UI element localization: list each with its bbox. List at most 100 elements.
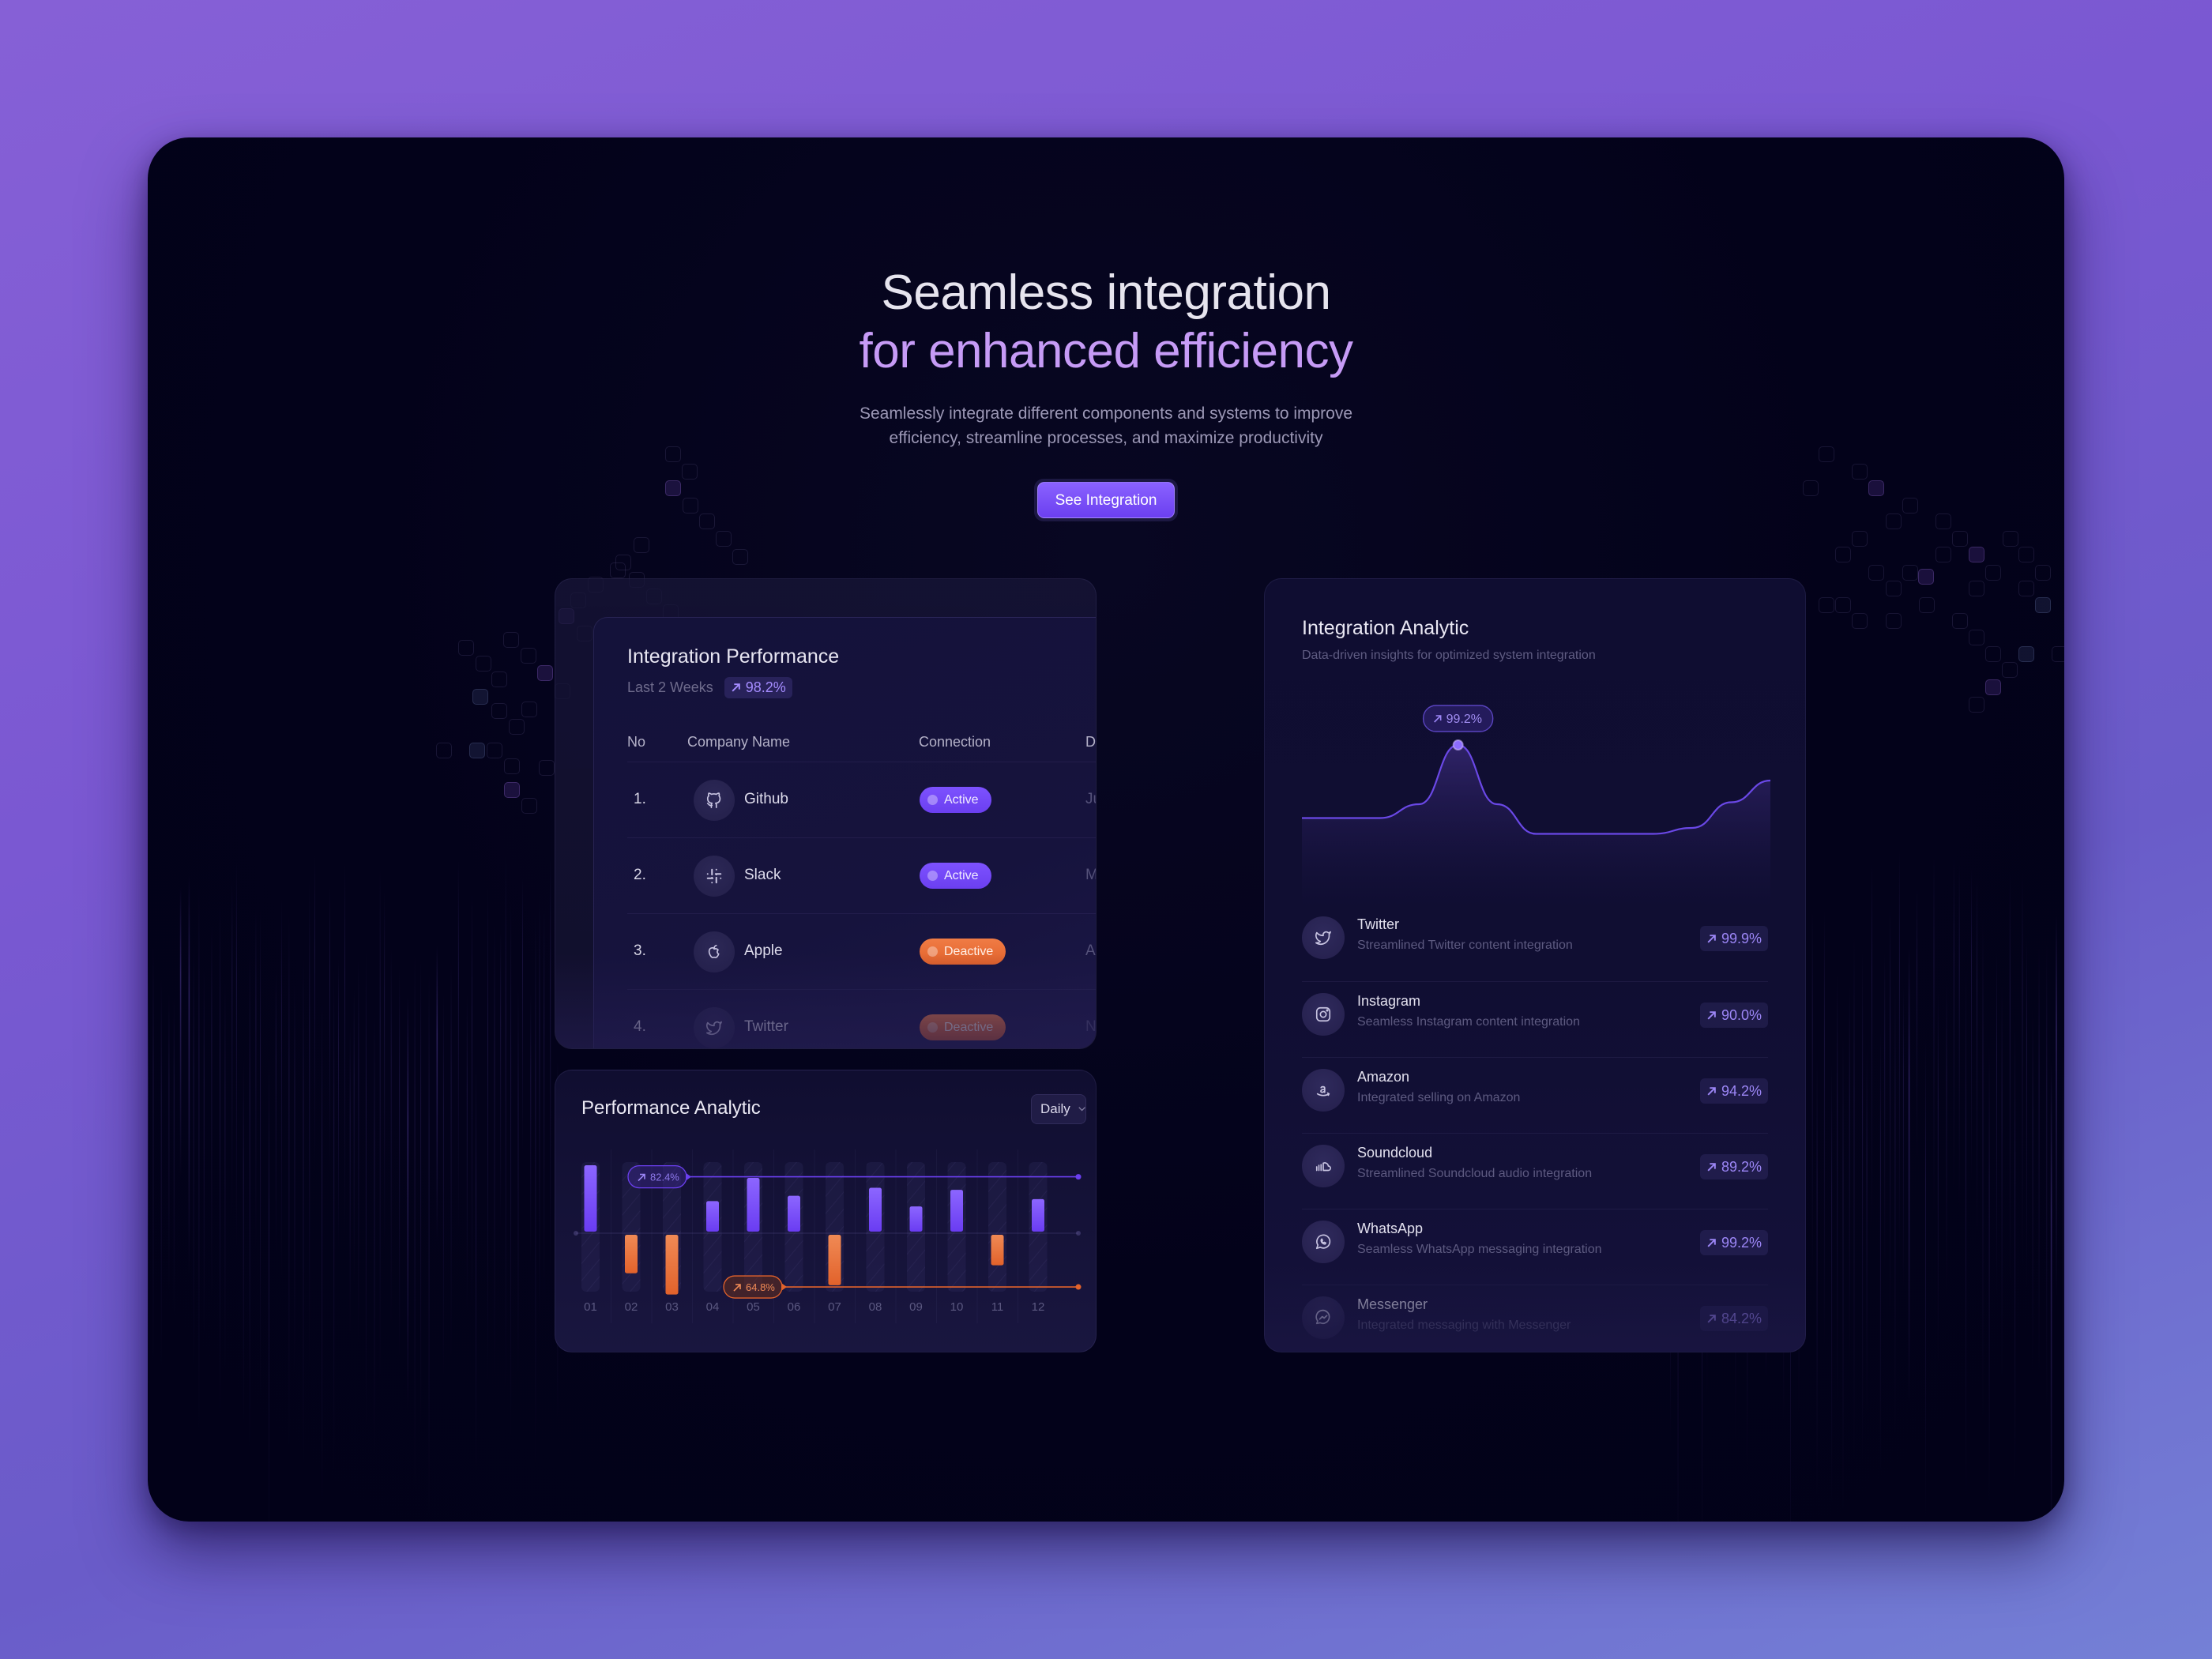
decorative-square [716,531,732,547]
integration-name: Messenger [1357,1296,1428,1312]
decorative-square [504,758,520,774]
integration-list-item[interactable]: Amazon Integrated selling on Amazon 94.2% [1302,1057,1768,1133]
background-streak [358,954,359,1345]
cta-wrapper: See Integration [1033,479,1179,521]
background-streak [374,1007,375,1461]
peak-point [1452,739,1464,750]
integration-percentage-badge: 89.2% [1699,1154,1768,1179]
reference-label: 64.8% [746,1281,775,1293]
decorative-square [1952,613,1968,629]
integration-name: Soundcloud [1357,1145,1433,1161]
company-name: Twitter [744,1018,788,1035]
integration-list-item[interactable]: Twitter Streamlined Twitter content integ… [1302,905,1768,981]
integration-name: Instagram [1357,993,1421,1009]
background-streak [414,950,416,1493]
table-row[interactable]: 4. Twitter Deactive No [627,989,1096,1048]
background-streak [168,994,170,1292]
background-streak [1849,984,1850,1366]
bar-positive [706,1201,719,1232]
bar-negative [625,1235,638,1273]
column-header-date[interactable]: Da [1085,734,1096,750]
decorative-square [1902,565,1918,581]
whatsapp-icon [1302,1221,1345,1263]
decorative-square [1852,531,1868,547]
background-streak [1879,1029,1881,1475]
decorative-square [2003,531,2018,547]
background-streak [466,994,468,1313]
decorative-square [1969,581,1984,596]
x-tick-label: 03 [665,1300,679,1314]
row-number: 1. [634,791,646,807]
integration-list-item[interactable]: WhatsApp Seamless WhatsApp messaging inte… [1302,1209,1768,1285]
status-label: Active [944,792,979,807]
background-streak [487,886,488,1383]
twitter-icon [1302,916,1345,959]
status-label: Active [944,868,979,882]
integration-percentage: 84.2% [1721,1310,1762,1326]
arrow-up-right-icon [1707,1162,1716,1172]
decorative-square [521,702,537,717]
hero-title-line2: for enhanced efficiency [859,324,1354,378]
period-dropdown[interactable]: Daily [1031,1094,1086,1124]
decorative-square [1985,679,2001,695]
peak-label: 99.2% [1446,713,1482,726]
background-streak [365,948,367,1429]
table-row[interactable]: 3. Apple Deactive Ap [627,913,1096,989]
decorative-square [509,719,525,735]
bar-positive [869,1187,882,1232]
integration-percentage: 99.9% [1721,930,1762,946]
reference-line-endpoint [1075,1284,1082,1290]
integration-performance-card: Integration Performance Last 2 Weeks 98.… [555,578,1097,1049]
integration-percentage: 99.2% [1721,1234,1762,1251]
bar-positive [909,1206,923,1232]
integration-description: Integrated messaging with Messenger [1357,1319,1571,1332]
row-date: Ap [1085,942,1096,959]
x-tick-label: 04 [706,1300,720,1314]
amazon-icon [1302,1069,1345,1112]
background-streak [198,886,200,1435]
performance-analytic-title: Performance Analytic [581,1097,761,1119]
integration-description: Seamless WhatsApp messaging integration [1357,1243,1602,1256]
integration-percentage-badge: 90.0% [1699,1003,1768,1028]
background-streak [1823,909,1825,1348]
row-number: 2. [634,867,646,883]
decorative-square [1868,565,1884,581]
integration-analytic-card: 99.2% Integration Analytic Data-driven i… [1264,578,1806,1352]
background-streak [450,960,452,1359]
background-streak [2022,871,2023,1273]
table-row[interactable]: 2. Slack Active M [627,837,1096,913]
integration-list-item[interactable]: Instagram Seamless Instagram content inte… [1302,981,1768,1057]
background-streak [329,886,330,1172]
status-dot [927,946,938,957]
decorative-square [1835,597,1851,613]
change-badge: 98.2% [724,677,792,698]
decorative-square [1985,646,2001,662]
background-streak [1884,951,1886,1271]
column-header-company-name[interactable]: Company Name [687,734,790,750]
soundcloud-icon [1302,1145,1345,1187]
status-badge: Deactive [920,939,1006,965]
table-row[interactable]: 1. Github Active Ju [627,762,1096,837]
background-streak [550,855,551,1287]
background-streak [2056,915,2057,1298]
arrow-up-right-icon [1707,934,1716,943]
column-header-no[interactable]: No [627,734,645,750]
decorative-square [2018,646,2034,662]
background-streak [428,969,430,1519]
column-header-connection[interactable]: Connection [919,734,991,750]
background-streak [1933,852,1935,1214]
decorative-square [615,555,631,570]
background-streak [2026,936,2027,1291]
background-streak [2046,943,2048,1413]
arrow-up-right-icon [1707,1010,1716,1020]
integration-list-item[interactable]: Messenger Integrated messaging with Messe… [1302,1285,1768,1352]
background-streak [303,950,304,1467]
bar-positive [950,1190,963,1232]
background-streak [338,957,339,1248]
row-date: M [1085,867,1096,884]
see-integration-button[interactable]: See Integration [1036,482,1176,518]
decorative-square [537,665,553,681]
decorative-square [458,640,474,656]
integration-list-item[interactable]: Soundcloud Streamlined Soundcloud audio i… [1302,1133,1768,1209]
bar-positive [584,1165,597,1232]
